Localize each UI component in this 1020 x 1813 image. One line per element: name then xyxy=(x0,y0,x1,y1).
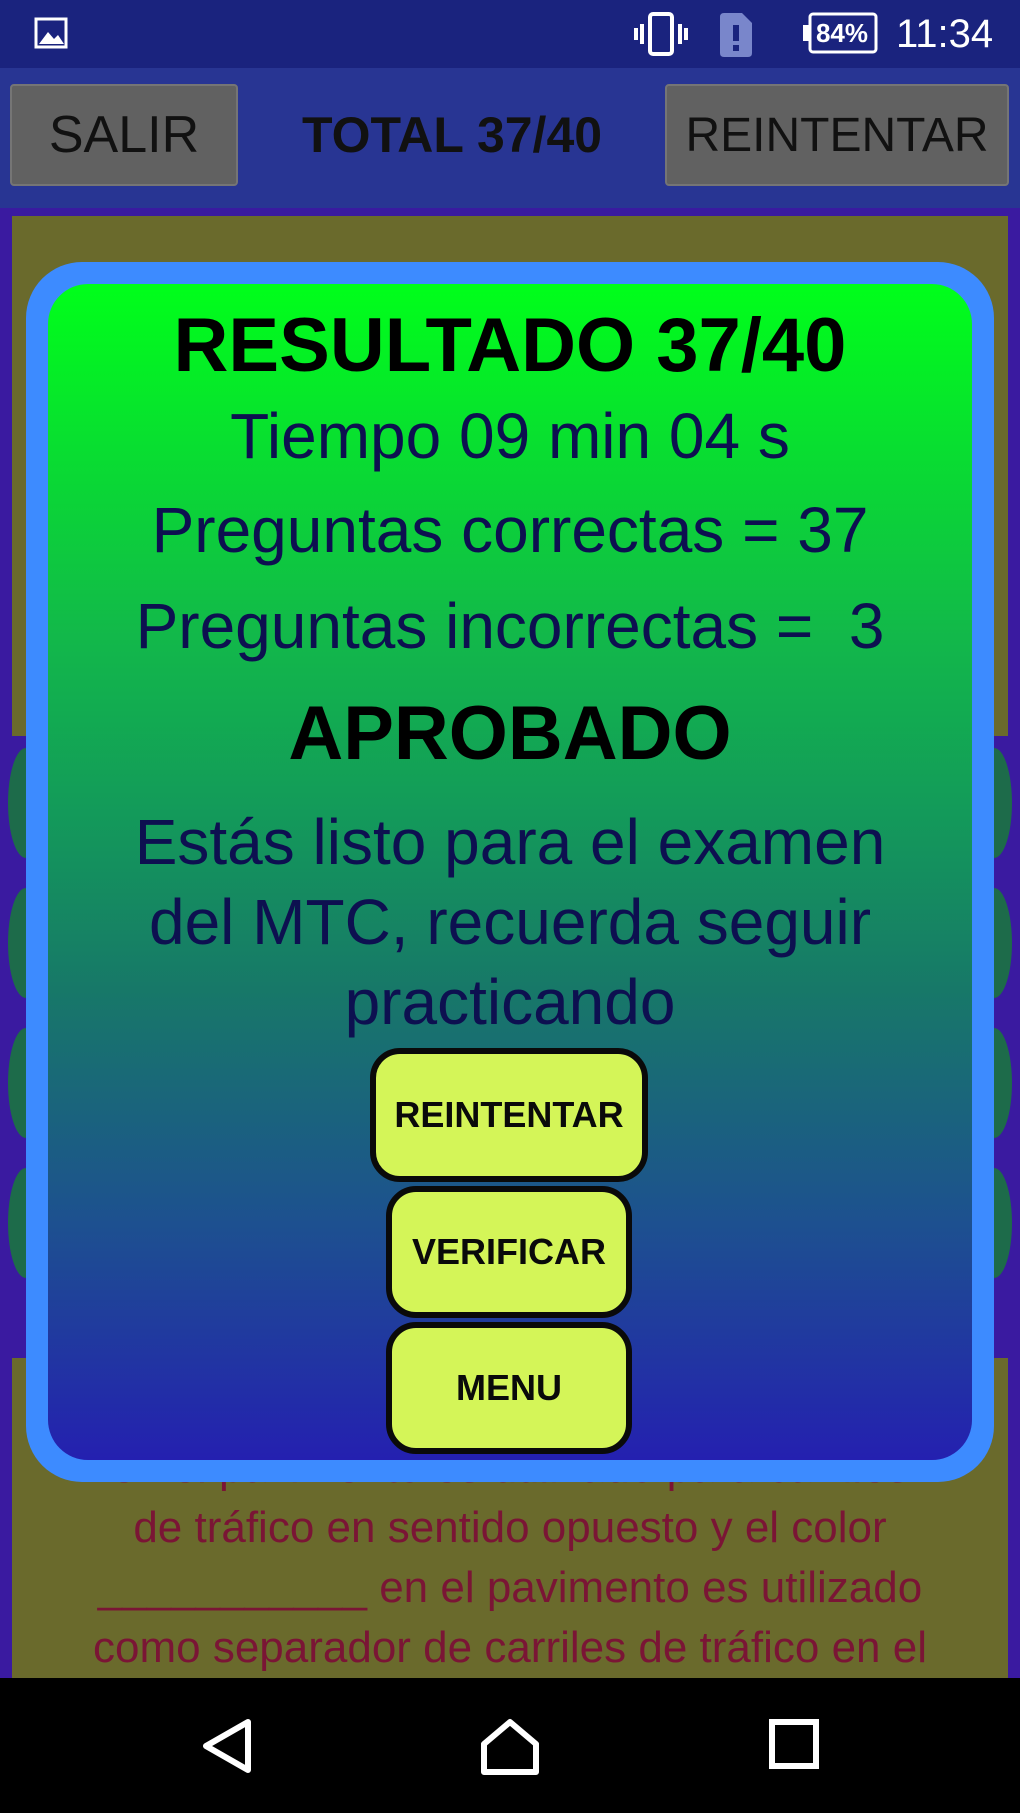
correct-count: Preguntas correctas = 37 xyxy=(151,494,869,566)
home-icon[interactable] xyxy=(480,1718,540,1776)
menu-button[interactable]: MENU xyxy=(386,1322,632,1454)
question-line: como separador de carriles de tráfico en… xyxy=(93,1623,927,1672)
recents-icon[interactable] xyxy=(768,1718,820,1770)
gallery-icon xyxy=(34,17,68,49)
retry-button[interactable]: REINTENTAR xyxy=(665,84,1009,186)
result-message: Estás listo para el examen del MTC, recu… xyxy=(134,806,886,1038)
battery-percent: 84% xyxy=(815,18,869,48)
pass-status: APROBADO xyxy=(288,691,732,776)
top-toolbar: SALIR TOTAL 37/40 REINTENTAR xyxy=(0,68,1020,208)
verify-button[interactable]: VERIFICAR xyxy=(386,1186,632,1318)
dialog-retry-button[interactable]: REINTENTAR xyxy=(370,1048,648,1182)
result-dialog: RESULTADO 37/40 Tiempo 09 min 04 s Pregu… xyxy=(48,284,972,1460)
question-line: de tráfico en sentido opuesto y el color xyxy=(133,1503,887,1552)
elapsed-time: Tiempo 09 min 04 s xyxy=(230,400,790,472)
back-icon[interactable] xyxy=(200,1718,256,1774)
sim-alert-icon xyxy=(720,13,752,57)
status-bar: 84% 11:34 xyxy=(0,0,1020,68)
vibrate-icon xyxy=(634,12,688,56)
question-line: ___________ en el pavimento es utilizado xyxy=(97,1563,923,1612)
result-title: RESULTADO 37/40 xyxy=(173,303,847,388)
navigation-bar xyxy=(0,1678,1020,1813)
total-score: TOTAL 37/40 xyxy=(301,107,603,163)
incorrect-count: Preguntas incorrectas = 3 xyxy=(135,590,885,662)
clock: 11:34 xyxy=(896,12,994,56)
exit-button[interactable]: SALIR xyxy=(10,84,238,186)
